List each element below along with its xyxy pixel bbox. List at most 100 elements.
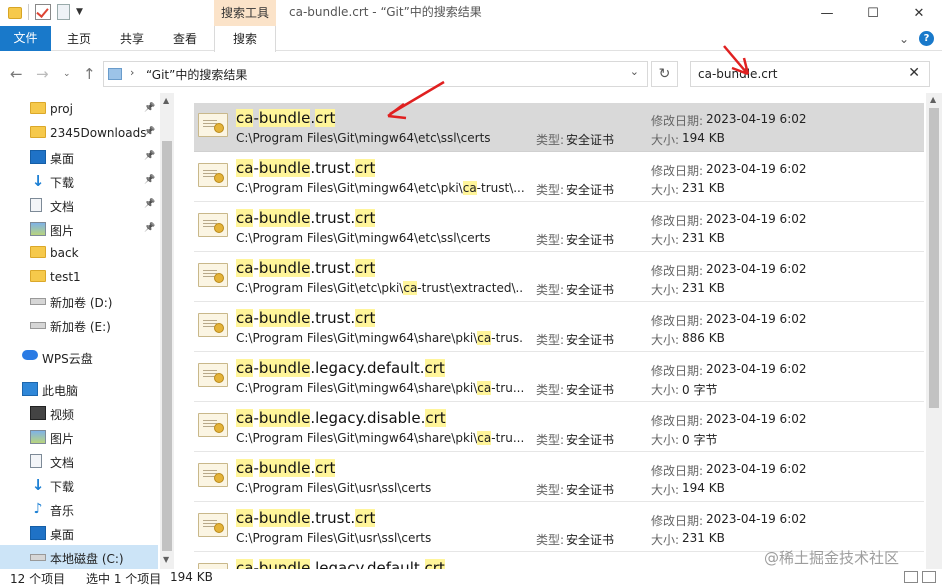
modified-date: 2023-04-19 6:02: [706, 112, 807, 126]
details-view-icon[interactable]: [904, 571, 918, 583]
search-match: bundle: [258, 109, 311, 127]
nav-item[interactable]: ↓ 下载 📌: [0, 169, 158, 193]
picture-icon: [30, 430, 46, 444]
result-item[interactable]: ca-bundle.trust.crt C:\Program Files\Git\…: [194, 503, 924, 552]
scroll-up-icon[interactable]: ▲: [163, 96, 169, 105]
search-match: crt: [355, 159, 376, 177]
type-label: 类型:: [536, 133, 565, 147]
pin-icon[interactable]: 📌: [144, 127, 155, 137]
properties-icon[interactable]: [35, 4, 51, 20]
address-bar[interactable]: › “Git”中的搜索结果 ⌄: [103, 61, 648, 87]
nav-item[interactable]: 本地磁盘 (C:): [0, 545, 158, 569]
nav-scrollbar[interactable]: ▲ ▼: [160, 93, 174, 569]
document-icon: [30, 454, 42, 468]
file-name[interactable]: ca-bundle.legacy.disable.crt: [236, 409, 446, 427]
result-item[interactable]: ca-bundle.trust.crt C:\Program Files\Git\…: [194, 203, 924, 252]
file-name[interactable]: ca-bundle.crt: [236, 109, 336, 127]
pin-icon[interactable]: 📌: [144, 103, 155, 113]
content-scrollbar[interactable]: ▲: [926, 93, 942, 569]
customize-toolbar-icon[interactable]: ▼: [76, 7, 83, 17]
folder-icon[interactable]: [8, 7, 22, 19]
file-size: 231 KB: [682, 181, 725, 195]
nav-item[interactable]: 桌面: [0, 521, 158, 545]
large-icons-view-icon[interactable]: [922, 571, 936, 583]
address-dropdown-icon[interactable]: ⌄: [630, 65, 639, 78]
nav-item[interactable]: 图片 📌: [0, 217, 158, 241]
result-item[interactable]: ca-bundle.crt C:\Program Files\Git\usr\ss…: [194, 453, 924, 502]
nav-item[interactable]: 新加卷 (E:): [0, 313, 158, 337]
file-type: 安全证书: [566, 333, 615, 347]
nav-item-label: 下载: [50, 480, 75, 494]
pin-icon[interactable]: 📌: [144, 223, 155, 233]
nav-item[interactable]: proj 📌: [0, 97, 158, 121]
nav-item-label: 图片: [50, 432, 75, 446]
nav-item[interactable]: WPS云盘: [0, 345, 158, 369]
scroll-down-icon[interactable]: ▼: [163, 555, 169, 564]
pin-icon[interactable]: 📌: [144, 175, 155, 185]
nav-item[interactable]: 此电脑: [0, 377, 158, 401]
file-name[interactable]: ca-bundle.legacy.default.crt: [236, 559, 445, 569]
tab-search[interactable]: 搜索: [214, 26, 276, 52]
file-name[interactable]: ca-bundle.trust.crt: [236, 159, 376, 177]
clear-search-icon[interactable]: ✕: [908, 65, 920, 81]
search-match: ca: [403, 281, 418, 295]
collapse-ribbon-icon[interactable]: ⌄: [899, 32, 909, 46]
desktop-icon: [30, 526, 46, 540]
type-label: 类型:: [536, 483, 565, 497]
nav-item-label: proj: [50, 102, 73, 116]
file-size: 194 KB: [682, 131, 725, 145]
address-path[interactable]: “Git”中的搜索结果: [146, 66, 247, 83]
file-name[interactable]: ca-bundle.trust.crt: [236, 509, 376, 527]
result-item[interactable]: ca-bundle.trust.crt C:\Program Files\Git\…: [194, 153, 924, 202]
type-label: 类型:: [536, 233, 565, 247]
nav-item[interactable]: 桌面 📌: [0, 145, 158, 169]
minimize-button[interactable]: —: [804, 0, 850, 26]
search-match: bundle: [258, 209, 311, 227]
result-item[interactable]: ca-bundle.legacy.default.crt C:\Program F…: [194, 353, 924, 402]
maximize-button[interactable]: ☐: [850, 0, 896, 26]
result-item[interactable]: ca-bundle.trust.crt C:\Program Files\Git\…: [194, 253, 924, 302]
nav-item[interactable]: ↓ 下载: [0, 473, 158, 497]
pin-icon[interactable]: 📌: [144, 199, 155, 209]
nav-item[interactable]: back: [0, 241, 158, 265]
result-item[interactable]: ca-bundle.legacy.disable.crt C:\Program F…: [194, 403, 924, 452]
recent-locations-icon[interactable]: ⌄: [63, 69, 71, 79]
nav-item[interactable]: 2345Downloads 📌: [0, 121, 158, 145]
nav-item[interactable]: 文档 📌: [0, 193, 158, 217]
tab-view[interactable]: 查看: [164, 26, 206, 51]
new-folder-icon[interactable]: [57, 4, 70, 20]
back-arrow-icon[interactable]: ←: [10, 65, 23, 83]
modified-date-label: 修改日期:: [651, 314, 704, 328]
tab-share[interactable]: 共享: [111, 26, 153, 51]
file-name[interactable]: ca-bundle.trust.crt: [236, 259, 376, 277]
help-icon[interactable]: ?: [919, 31, 934, 46]
nav-item-label: test1: [50, 270, 81, 284]
refresh-button[interactable]: ↻: [651, 61, 678, 87]
nav-item[interactable]: 新加卷 (D:): [0, 289, 158, 313]
file-name[interactable]: ca-bundle.trust.crt: [236, 209, 376, 227]
tab-home[interactable]: 主页: [58, 26, 100, 51]
search-match: ca: [236, 509, 254, 527]
nav-item[interactable]: ♪ 音乐: [0, 497, 158, 521]
nav-scroll-thumb[interactable]: [162, 141, 172, 551]
pin-icon[interactable]: 📌: [144, 151, 155, 161]
nav-item[interactable]: test1: [0, 265, 158, 289]
file-name[interactable]: ca-bundle.trust.crt: [236, 309, 376, 327]
size-label: 大小:: [651, 433, 680, 447]
file-name[interactable]: ca-bundle.legacy.default.crt: [236, 359, 445, 377]
nav-item[interactable]: 图片: [0, 425, 158, 449]
tab-file[interactable]: 文件: [0, 26, 51, 51]
scroll-up-icon[interactable]: ▲: [930, 95, 936, 104]
up-arrow-icon[interactable]: ↑: [83, 65, 96, 83]
toolbar-divider: [28, 4, 29, 20]
content-scroll-thumb[interactable]: [929, 108, 939, 408]
file-name[interactable]: ca-bundle.crt: [236, 459, 336, 477]
result-item[interactable]: ca-bundle.crt C:\Program Files\Git\mingw6…: [194, 103, 924, 152]
breadcrumb-chevron-icon[interactable]: ›: [130, 66, 134, 79]
nav-item[interactable]: 视频: [0, 401, 158, 425]
result-item[interactable]: ca-bundle.trust.crt C:\Program Files\Git\…: [194, 303, 924, 352]
nav-item[interactable]: 文档: [0, 449, 158, 473]
close-button[interactable]: ✕: [896, 0, 942, 26]
forward-arrow-icon[interactable]: →: [36, 65, 49, 83]
modified-date-label: 修改日期:: [651, 514, 704, 528]
